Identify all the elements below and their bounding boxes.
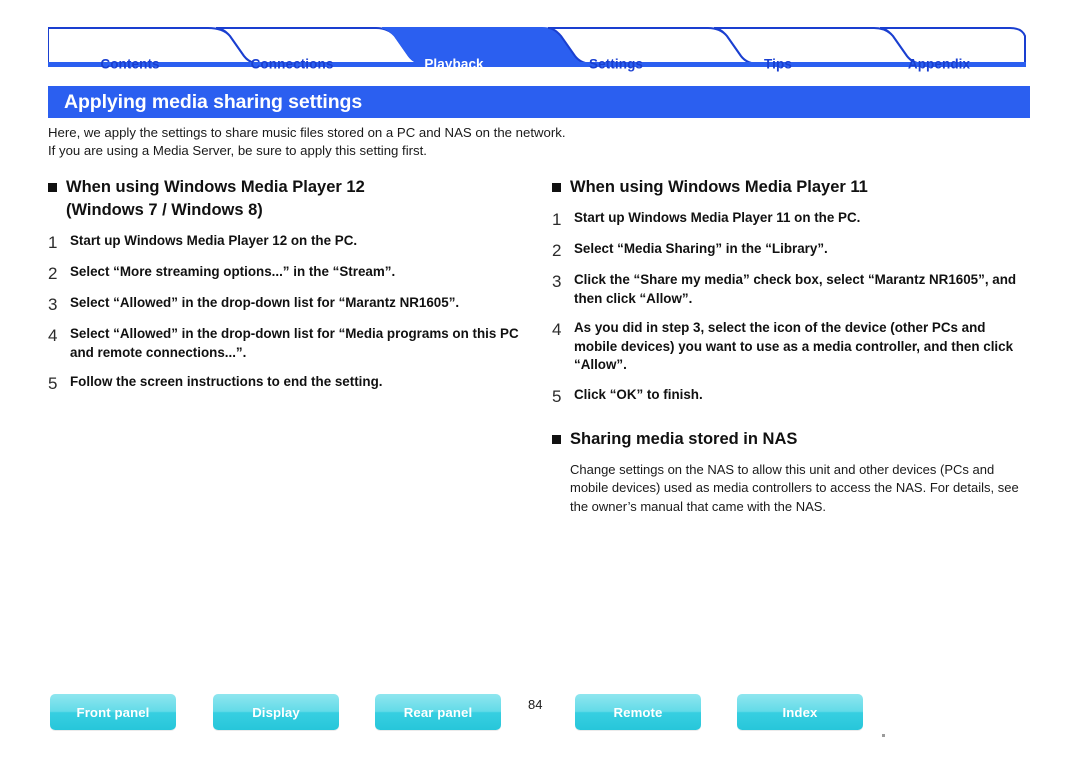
- tab-playback[interactable]: Playback: [424, 57, 483, 72]
- footer-button-label: Display: [252, 704, 300, 720]
- list-item: 3 Select “Allowed” in the drop-down list…: [48, 294, 528, 314]
- list-item: 4 As you did in step 3, select the icon …: [552, 319, 1032, 375]
- list-item: 5 Follow the screen instructions to end …: [48, 373, 528, 393]
- right-steps-list: 1 Start up Windows Media Player 11 on th…: [552, 209, 1032, 406]
- section-heading-wmp12-text: When using Windows Media Player 12 (Wind…: [66, 178, 365, 219]
- tab-contents[interactable]: Contents: [100, 57, 159, 72]
- section-heading-nas: Sharing media stored in NAS: [552, 428, 1032, 451]
- step-number: 2: [48, 264, 58, 283]
- top-tab-bar[interactable]: Contents Connections Playback Settings T…: [48, 26, 1026, 72]
- tab-appendix[interactable]: Appendix: [908, 57, 970, 72]
- list-item: 3 Click the “Share my media” check box, …: [552, 271, 1032, 308]
- section-heading-nas-text: Sharing media stored in NAS: [570, 429, 798, 448]
- list-item: 1 Start up Windows Media Player 11 on th…: [552, 209, 1032, 229]
- step-number: 1: [48, 233, 58, 252]
- footer-button-label: Rear panel: [403, 704, 473, 720]
- tab-tips[interactable]: Tips: [764, 57, 792, 72]
- tab-connections[interactable]: Connections: [251, 57, 334, 72]
- right-column: When using Windows Media Player 11 1 Sta…: [552, 176, 1032, 516]
- step-number: 3: [552, 272, 562, 291]
- footer-button-label: Front panel: [76, 704, 150, 720]
- step-number: 4: [552, 320, 562, 339]
- intro-paragraph: Here, we apply the settings to share mus…: [48, 124, 1008, 160]
- page-title: Applying media sharing settings: [64, 90, 363, 113]
- step-text: Select “Media Sharing” in the “Library”.: [574, 241, 828, 256]
- list-item: 1 Start up Windows Media Player 12 on th…: [48, 232, 528, 252]
- left-steps-list: 1 Start up Windows Media Player 12 on th…: [48, 232, 528, 393]
- page-corner-mark: [882, 734, 885, 737]
- footer-button-display[interactable]: Display: [213, 694, 339, 730]
- section-heading-wmp11-text: When using Windows Media Player 11: [570, 178, 868, 196]
- square-bullet-icon: [48, 183, 57, 192]
- list-item: 2 Select “Media Sharing” in the “Library…: [552, 240, 1032, 260]
- footer-button-front-panel[interactable]: Front panel: [50, 694, 176, 730]
- step-text: Select “Allowed” in the drop-down list f…: [70, 326, 519, 360]
- page-number: 84: [528, 697, 543, 712]
- footer-button-rear-panel[interactable]: Rear panel: [375, 694, 501, 730]
- section-heading-wmp11: When using Windows Media Player 11: [552, 176, 1032, 199]
- step-number: 5: [48, 374, 58, 393]
- list-item: 5 Click “OK” to finish.: [552, 386, 1032, 406]
- step-text: Click the “Share my media” check box, se…: [574, 272, 1017, 306]
- step-number: 4: [48, 326, 58, 345]
- step-text: Start up Windows Media Player 11 on the …: [574, 210, 861, 225]
- square-bullet-icon: [552, 183, 561, 192]
- step-number: 5: [552, 386, 562, 406]
- tab-settings[interactable]: Settings: [589, 57, 643, 72]
- intro-line-2: If you are using a Media Server, be sure…: [48, 143, 427, 158]
- list-item: 4 Select “Allowed” in the drop-down list…: [48, 325, 528, 362]
- step-text: As you did in step 3, select the icon of…: [574, 320, 1014, 372]
- step-number: 1: [552, 210, 562, 229]
- left-column: When using Windows Media Player 12 (Wind…: [48, 176, 528, 404]
- footer-button-index[interactable]: Index: [737, 694, 863, 730]
- footer-button-remote[interactable]: Remote: [575, 694, 701, 730]
- step-text: Click “OK” to finish.: [574, 386, 703, 402]
- step-text: Start up Windows Media Player 12 on the …: [70, 233, 358, 248]
- square-bullet-icon: [552, 434, 561, 444]
- step-text: Select “More streaming options...” in th…: [70, 264, 396, 279]
- intro-line-1: Here, we apply the settings to share mus…: [48, 125, 566, 140]
- section-heading-wmp12: When using Windows Media Player 12 (Wind…: [48, 176, 528, 222]
- footer-button-label: Remote: [613, 704, 663, 720]
- page-title-band: Applying media sharing settings: [48, 86, 1030, 118]
- step-text: Follow the screen instructions to end th…: [70, 374, 383, 389]
- tab-bar-shape: [48, 27, 1026, 67]
- nas-body-text: Change settings on the NAS to allow this…: [570, 461, 1019, 514]
- step-number: 2: [552, 241, 562, 260]
- footer-button-label: Index: [782, 704, 818, 720]
- step-number: 3: [48, 295, 58, 314]
- list-item: 2 Select “More streaming options...” in …: [48, 263, 528, 283]
- step-text: Select “Allowed” in the drop-down list f…: [70, 295, 460, 310]
